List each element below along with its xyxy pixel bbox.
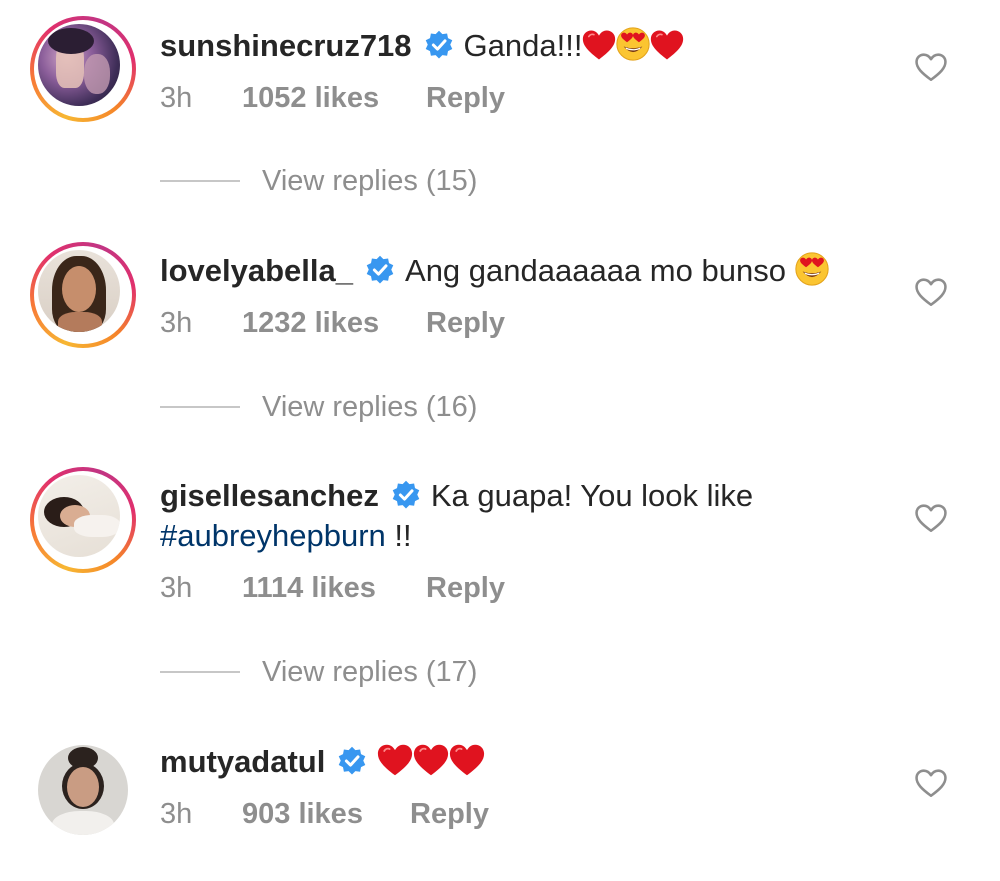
view-replies-label: View replies (15) — [262, 165, 478, 197]
divider — [160, 406, 240, 408]
comment-line: mutyadatul — [160, 742, 485, 782]
likes-count[interactable]: 1232 likes — [242, 305, 379, 341]
reply-button[interactable]: Reply — [426, 80, 505, 116]
comment-line: gisellesanchez Ka guapa! You look like — [160, 476, 753, 516]
timestamp: 3h — [160, 307, 193, 339]
comment-meta: 3h 1052 likes Reply — [160, 80, 505, 116]
avatar[interactable] — [38, 475, 120, 557]
comment-meta: 3h 1114 likes Reply — [160, 570, 505, 606]
timestamp: 3h — [160, 82, 193, 114]
avatar[interactable] — [38, 745, 128, 835]
hashtag-link[interactable]: #aubreyhepburn — [160, 518, 386, 553]
divider — [160, 180, 240, 182]
red-heart-icon — [449, 743, 485, 777]
comment-text: Ang gandaaaaaa mo bunso — [405, 253, 786, 288]
story-ring[interactable] — [30, 467, 136, 573]
timestamp: 3h — [160, 572, 193, 604]
like-heart-icon[interactable] — [914, 502, 948, 534]
heart-eyes-icon — [616, 27, 650, 61]
view-replies-label: View replies (16) — [262, 391, 478, 423]
red-heart-icon — [582, 29, 616, 61]
reply-button[interactable]: Reply — [426, 570, 505, 606]
like-heart-icon[interactable] — [914, 767, 948, 799]
verified-badge-icon — [365, 255, 395, 285]
verified-badge-icon — [391, 480, 421, 510]
comment-line: lovelyabella_ Ang gandaaaaaa mo bunso — [160, 251, 829, 291]
story-ring[interactable] — [30, 242, 136, 348]
username[interactable]: sunshinecruz718 — [160, 28, 412, 63]
red-heart-icon — [650, 29, 684, 61]
comment-meta: 3h 1232 likes Reply — [160, 305, 505, 341]
reply-button[interactable]: Reply — [410, 796, 489, 832]
comment-text: Ganda!!! — [463, 28, 583, 63]
comment-text-after: !! — [385, 518, 412, 553]
red-heart-icon — [413, 743, 449, 777]
comment-meta: 3h 903 likes Reply — [160, 796, 489, 832]
username[interactable]: mutyadatul — [160, 744, 325, 779]
verified-badge-icon — [424, 30, 454, 60]
view-replies-label: View replies (17) — [262, 656, 478, 688]
reply-button[interactable]: Reply — [426, 305, 505, 341]
comment-line: sunshinecruz718 Ganda!!! — [160, 26, 684, 66]
username[interactable]: lovelyabella_ — [160, 253, 353, 288]
like-heart-icon[interactable] — [914, 51, 948, 83]
like-heart-icon[interactable] — [914, 276, 948, 308]
heart-eyes-icon — [795, 252, 829, 286]
username[interactable]: gisellesanchez — [160, 478, 379, 513]
divider — [160, 671, 240, 673]
avatar[interactable] — [38, 24, 120, 106]
likes-count[interactable]: 1052 likes — [242, 80, 379, 116]
comment-text: Ka guapa! You look like — [430, 478, 754, 513]
story-ring[interactable] — [30, 16, 136, 122]
verified-badge-icon — [337, 746, 367, 776]
avatar[interactable] — [38, 250, 120, 332]
timestamp: 3h — [160, 798, 193, 830]
likes-count[interactable]: 903 likes — [242, 796, 363, 832]
comment-line-2: #aubreyhepburn !! — [160, 516, 412, 556]
red-heart-icon — [377, 743, 413, 777]
likes-count[interactable]: 1114 likes — [242, 570, 376, 606]
